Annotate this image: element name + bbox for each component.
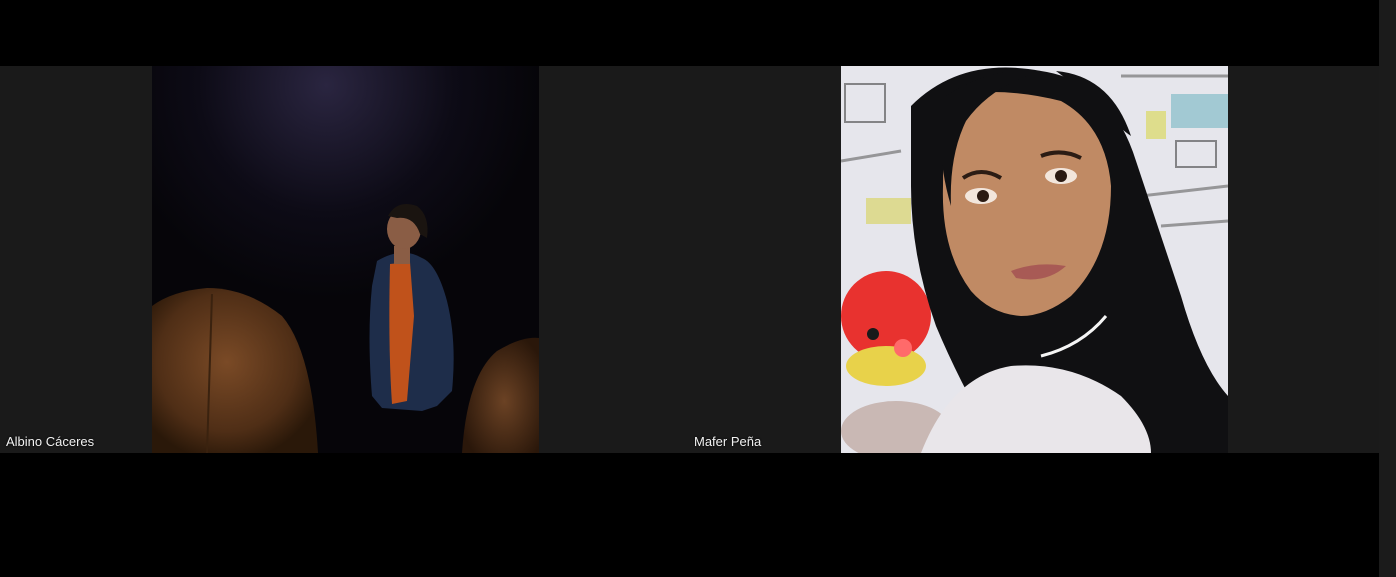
night-camp-scene [152, 66, 539, 453]
participant-video-1 [152, 66, 539, 453]
right-edge-strip [1379, 0, 1396, 577]
participant-name-label: Mafer Peña [694, 434, 762, 449]
participant-tile-1[interactable]: Albino Cáceres [0, 66, 539, 453]
participant-tile-2[interactable]: Mafer Peña [539, 66, 1379, 453]
participant-name-label: Albino Cáceres [6, 434, 95, 449]
participant-video-2 [841, 66, 1228, 453]
video-call-stage: Albino Cáceres Mafer Peña [0, 0, 1396, 577]
selfie-scene [841, 66, 1228, 453]
